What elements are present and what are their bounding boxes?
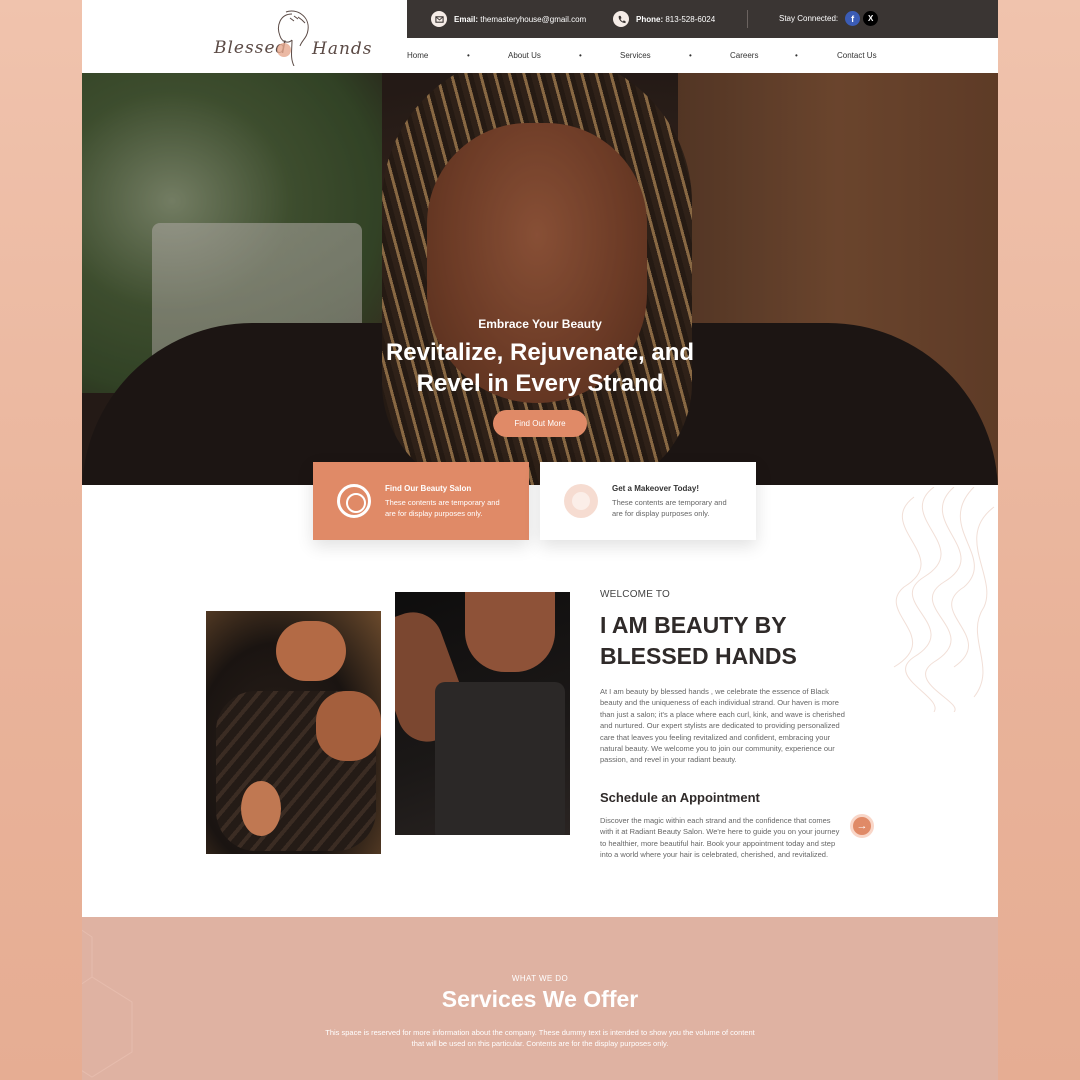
services-eyebrow: WHAT WE DO: [511, 974, 569, 983]
hero-title: Revitalize, Rejuvenate, and Revel in Eve…: [82, 337, 998, 399]
stylist-photo: [395, 592, 570, 835]
hero-text: Embrace Your Beauty Revitalize, Rejuvena…: [82, 317, 998, 399]
nav-home[interactable]: Home: [407, 51, 428, 60]
photo-apron: [435, 682, 565, 835]
services-body: This space is reserved for more informat…: [325, 1028, 755, 1048]
phone-icon: [613, 11, 629, 27]
card-title: Get a Makeover Today!: [612, 484, 699, 493]
photo-hand: [276, 621, 346, 681]
nav-separator: •: [579, 51, 582, 60]
nav-contact-us[interactable]: Contact Us: [837, 51, 877, 60]
about-eyebrow: WELCOME TO: [600, 589, 670, 600]
photo-hand: [316, 691, 381, 761]
nav-separator: •: [467, 51, 470, 60]
contact-bar: Email: themasteryhouse@gmail.com Phone: …: [407, 0, 998, 38]
photo-neck: [465, 592, 555, 672]
location-icon: [337, 484, 371, 518]
page: Blessed Hands Email: themasteryhouse@gma…: [82, 0, 998, 1080]
email-value: themasteryhouse@gmail.com: [480, 14, 587, 24]
phone-label: Phone:: [636, 14, 664, 24]
social-label: Stay Connected:: [779, 14, 839, 23]
nav-separator: •: [689, 51, 692, 60]
logo-word-hands: Hands: [312, 39, 373, 59]
find-out-more-button[interactable]: Find Out More: [493, 410, 587, 437]
card-title: Find Our Beauty Salon: [385, 484, 472, 493]
facebook-icon[interactable]: f: [845, 11, 861, 26]
social-links: Stay Connected: f X: [779, 11, 879, 26]
card-find-salon[interactable]: Find Our Beauty Salon These contents are…: [313, 462, 529, 540]
photo-ear: [241, 781, 281, 836]
hero-eyebrow: Embrace Your Beauty: [478, 317, 602, 331]
schedule-arrow-button[interactable]: →: [850, 814, 874, 838]
topbar-divider: [747, 10, 748, 28]
email-label: Email:: [454, 14, 479, 24]
logo-face-icon: [277, 10, 309, 66]
nav-careers[interactable]: Careers: [730, 51, 758, 60]
logo-area: Blessed Hands: [82, 0, 407, 73]
card-makeover[interactable]: Get a Makeover Today! These contents are…: [540, 462, 756, 540]
phone-value: 813-528-6024: [665, 14, 716, 24]
services-section: WHAT WE DO Services We Offer This space …: [82, 917, 998, 1080]
hero-banner: Embrace Your Beauty Revitalize, Rejuvena…: [82, 73, 998, 485]
card-desc: These contents are temporary and are for…: [385, 498, 500, 518]
schedule-title: Schedule an Appointment: [600, 789, 760, 805]
hair-curls-decoration: [893, 487, 995, 712]
nav-services[interactable]: Services: [620, 51, 651, 60]
logo[interactable]: Blessed Hands: [212, 10, 372, 66]
about-body: At I am beauty by blessed hands , we cel…: [600, 687, 845, 765]
phone-info[interactable]: Phone: 813-528-6024: [613, 11, 715, 27]
about-section: WELCOME TO I AM BEAUTY BY BLESSED HANDS …: [600, 589, 860, 860]
services-title: Services We Offer: [441, 986, 639, 1012]
mail-icon: [431, 11, 447, 27]
about-title-line2: BLESSED HANDS: [600, 643, 797, 669]
makeover-icon: [564, 484, 598, 518]
x-twitter-icon[interactable]: X: [863, 11, 879, 26]
braiding-photo: [206, 611, 381, 854]
schedule-body: Discover the magic within each strand an…: [600, 815, 840, 860]
nav-about-us[interactable]: About Us: [508, 51, 541, 60]
nav-separator: •: [795, 51, 798, 60]
about-title: I AM BEAUTY BY BLESSED HANDS: [600, 610, 860, 672]
hexagon-decoration: [82, 929, 133, 1078]
card-desc: These contents are temporary and are for…: [612, 498, 727, 518]
hero-title-line1: Revitalize, Rejuvenate, and: [385, 339, 695, 366]
hero-title-line2: Revel in Every Strand: [416, 370, 664, 397]
about-title-line1: I AM BEAUTY BY: [600, 612, 787, 638]
email-info[interactable]: Email: themasteryhouse@gmail.com: [431, 11, 586, 27]
main-nav: Home • About Us • Services • Careers • C…: [407, 38, 998, 73]
